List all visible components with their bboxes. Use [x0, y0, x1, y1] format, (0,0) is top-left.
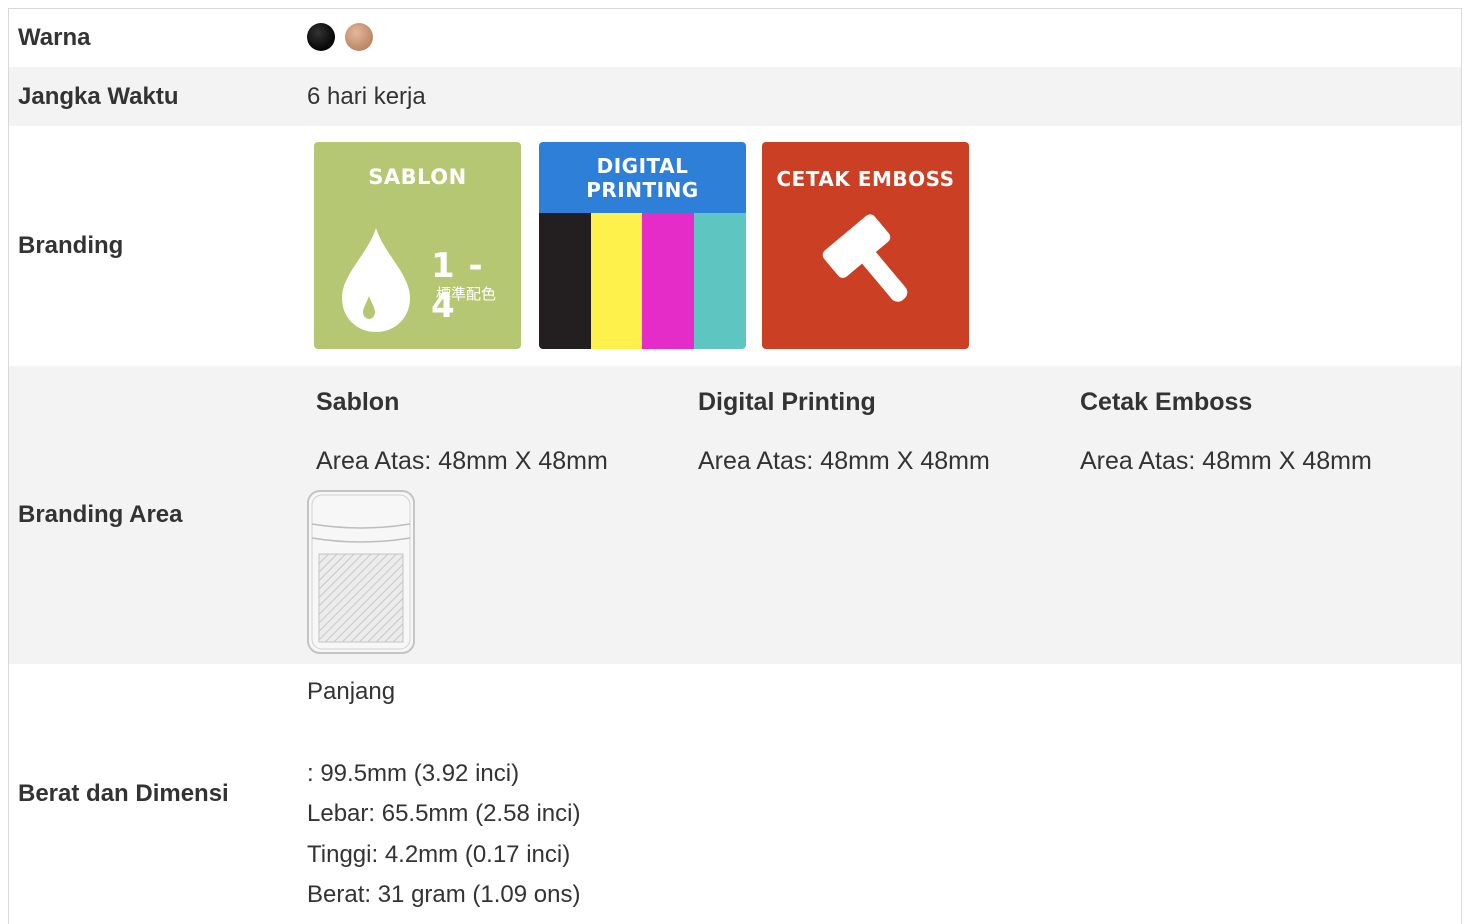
ink-drop-icon	[342, 228, 410, 332]
tile-title: SABLON	[368, 165, 467, 189]
row-branding-area: Branding Area Sablon Area Atas: 48mm X 4…	[9, 366, 1461, 664]
row-label: Branding Area	[18, 501, 183, 528]
tile-header: DIGITAL PRINTING	[539, 142, 746, 213]
area-column-sablon: Sablon Area Atas: 48mm X 48mm	[316, 388, 696, 476]
color-swatches	[299, 9, 1461, 67]
dimension-values: Panjang : 99.5mm (3.92 inci) Lebar: 65.5…	[299, 664, 1461, 924]
row-warna: Warna	[9, 9, 1461, 67]
row-label: Jangka Waktu	[18, 82, 179, 110]
row-label: Branding	[18, 232, 124, 259]
dimension-list: Panjang : 99.5mm (3.92 inci) Lebar: 65.5…	[307, 678, 580, 922]
dimension-length-label: Panjang	[307, 678, 396, 705]
cmyk-stripe-cyan	[694, 213, 746, 349]
tile-digital-printing: DIGITAL PRINTING	[539, 142, 746, 349]
branding-tiles: SABLON 1 - 4 標準配色 DIGITAL PRINTING CETAK…	[299, 126, 1461, 366]
product-outline-image	[307, 490, 415, 654]
dimension-height: Tinggi: 4.2mm (0.17 inci)	[307, 840, 571, 868]
color-swatch-black[interactable]	[307, 23, 335, 51]
row-value: 6 hari kerja	[307, 82, 426, 110]
area-column-text: Area Atas: 48mm X 48mm	[698, 447, 990, 475]
tile-cetak-emboss: CETAK EMBOSS	[762, 142, 969, 349]
dimension-weight: Berat: 31 gram (1.09 ons)	[307, 881, 581, 908]
tile-title: DIGITAL PRINTING	[539, 154, 746, 202]
tile-title-line: DIGITAL	[596, 154, 689, 178]
row-label: Warna	[18, 24, 91, 51]
tile-sablon: SABLON 1 - 4 標準配色	[314, 142, 521, 349]
area-column-text: Area Atas: 48mm X 48mm	[1080, 447, 1372, 475]
hammer-icon	[822, 214, 908, 302]
dimension-width: Lebar: 65.5mm (2.58 inci)	[307, 800, 581, 827]
branding-area-columns: Sablon Area Atas: 48mm X 48mm Digital Pr…	[299, 366, 1461, 664]
color-count-caption: 標準配色	[436, 285, 497, 303]
area-column-text: Area Atas: 48mm X 48mm	[316, 447, 608, 475]
tile-title-line: PRINTING	[586, 178, 699, 202]
cmyk-stripe-magenta	[642, 213, 694, 349]
dimension-length-value: : 99.5mm (3.92 inci)	[307, 759, 520, 787]
area-column-title: Cetak Emboss	[1080, 388, 1253, 416]
row-branding: Branding SABLON 1 - 4 標準配色 DIGITAL PRINT…	[9, 126, 1461, 366]
area-column-emboss: Cetak Emboss Area Atas: 48mm X 48mm	[1080, 388, 1460, 476]
cmyk-stripe-yellow	[591, 213, 643, 349]
row-jangka-waktu: Jangka Waktu 6 hari kerja	[9, 67, 1461, 126]
spec-table: Warna Jangka Waktu 6 hari kerja Branding…	[8, 8, 1462, 924]
row-berat-dimensi: Berat dan Dimensi Panjang : 99.5mm (3.92…	[9, 664, 1461, 924]
tile-title: CETAK EMBOSS	[776, 167, 955, 191]
cmyk-stripe-black	[539, 213, 591, 349]
row-label: Berat dan Dimensi	[18, 780, 229, 807]
color-swatch-copper[interactable]	[345, 23, 373, 51]
area-column-digital: Digital Printing Area Atas: 48mm X 48mm	[698, 388, 1078, 476]
area-column-title: Sablon	[316, 388, 400, 416]
area-column-title: Digital Printing	[698, 388, 876, 416]
